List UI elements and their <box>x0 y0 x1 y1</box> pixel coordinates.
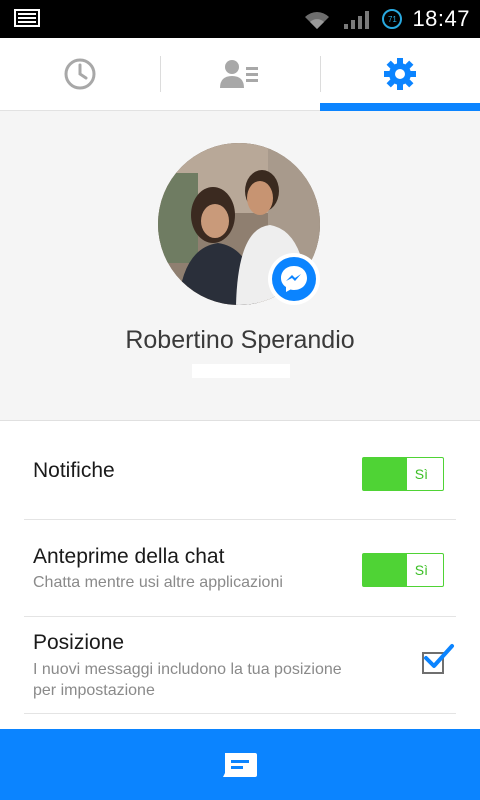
tab-bar <box>0 38 480 111</box>
toggle-fill <box>363 554 407 586</box>
profile-name: Robertino Sperandio <box>125 326 355 354</box>
clock-icon <box>64 58 96 90</box>
notifications-toggle[interactable]: Sì <box>362 457 444 491</box>
toggle-fill <box>363 458 407 490</box>
setting-subtitle: Chatta mentre usi altre applicazioni <box>33 574 283 591</box>
battery-icon: 71 <box>382 9 403 29</box>
settings-list: Notifiche Sì Anteprime della chat Chatta… <box>0 421 480 729</box>
setting-title: Posizione <box>33 631 125 654</box>
location-checkbox[interactable] <box>422 644 454 674</box>
setting-notifications[interactable]: Notifiche Sì <box>24 421 456 520</box>
messenger-icon <box>281 266 307 292</box>
compose-message-icon <box>223 752 257 777</box>
setting-subtitle: I nuovi messaggi includono la tua posizi… <box>33 661 342 678</box>
tab-contacts[interactable] <box>160 38 320 110</box>
status-bar: 71 18:47 <box>0 0 480 38</box>
tab-settings[interactable] <box>320 38 480 111</box>
battery-level: 71 <box>387 14 397 24</box>
redacted-field <box>192 364 290 378</box>
keyboard-icon <box>14 9 40 27</box>
signal-icon <box>344 11 370 29</box>
clock-time: 18:47 <box>412 6 470 31</box>
checkmark-icon <box>424 644 454 668</box>
messenger-badge <box>268 253 320 305</box>
toggle-label: Sì <box>414 562 428 578</box>
gear-icon <box>384 58 416 90</box>
setting-title: Notifiche <box>33 459 115 482</box>
chat-previews-toggle[interactable]: Sì <box>362 553 444 587</box>
wifi-icon <box>305 12 330 29</box>
contact-card-icon <box>220 60 258 88</box>
setting-title: Anteprime della chat <box>33 545 225 568</box>
tab-recent[interactable] <box>0 38 160 110</box>
setting-location[interactable]: Posizione I nuovi messaggi includono la … <box>24 616 456 714</box>
setting-chat-previews[interactable]: Anteprime della chat Chatta mentre usi a… <box>24 519 456 617</box>
toggle-label: Sì <box>414 466 428 482</box>
setting-subtitle: per impostazione <box>33 682 155 699</box>
profile-header: Robertino Sperandio <box>0 111 480 421</box>
compose-bar[interactable] <box>0 729 480 800</box>
